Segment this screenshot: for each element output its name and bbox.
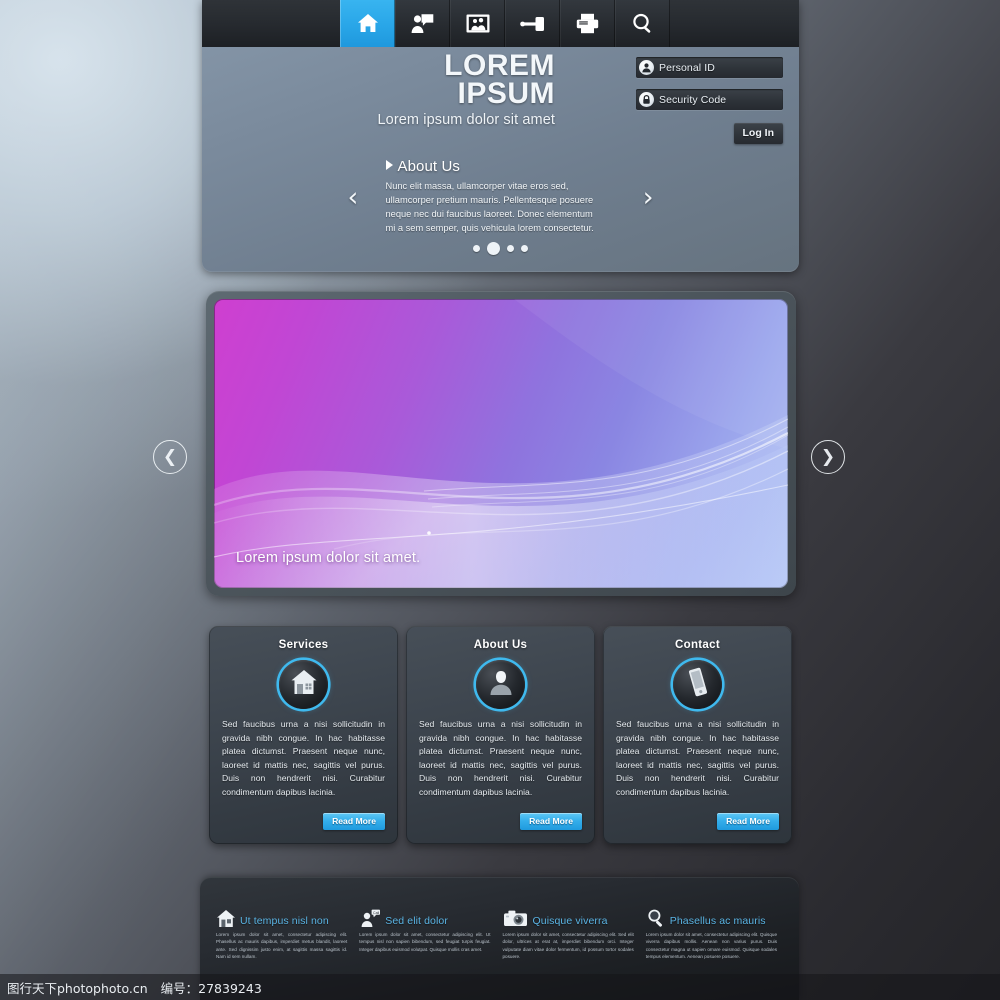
- slider-dot-active[interactable]: [487, 242, 500, 255]
- security-code-label: Security Code: [659, 93, 727, 106]
- banner-wave-artwork: [214, 299, 788, 588]
- card-services[interactable]: Services Sed faucibus urna a nisi sollic…: [209, 626, 398, 844]
- personal-id-label: Personal ID: [659, 61, 715, 74]
- brand-line-2: IPSUM: [457, 77, 555, 111]
- footer-body: Lorem ipsum dolor sit amet, consectetur …: [216, 932, 348, 960]
- nav-item-search[interactable]: [615, 0, 670, 47]
- about-us-heading: About Us: [385, 158, 632, 175]
- footer-title: Phasellus ac mauris: [669, 915, 766, 927]
- banner-prev-arrow[interactable]: ❮: [153, 440, 187, 474]
- login-form: Personal ID Security Code Log In: [636, 57, 783, 144]
- home-icon: [357, 13, 379, 34]
- slider-dots: [370, 242, 632, 255]
- nav-left-spacer: [202, 0, 340, 47]
- house-icon: [290, 669, 318, 700]
- security-code-field[interactable]: Security Code: [636, 89, 783, 110]
- about-next-arrow[interactable]: ›: [643, 184, 654, 211]
- read-more-button[interactable]: Read More: [520, 813, 582, 830]
- personal-id-field[interactable]: Personal ID: [636, 57, 783, 78]
- log-in-button[interactable]: Log In: [733, 123, 783, 144]
- footer-title: Sed elit dolor: [385, 915, 448, 927]
- nav-item-access[interactable]: [505, 0, 560, 47]
- slider-dot[interactable]: [473, 245, 480, 252]
- padlock-icon: [639, 92, 654, 107]
- card-icon-circle: [476, 660, 525, 709]
- card-body: Sed faucibus urna a nisi sollicitudin in…: [222, 719, 385, 797]
- footer-body: Lorem ipsum dolor sit amet, consectetur …: [359, 932, 491, 952]
- house-icon: [216, 909, 236, 928]
- key-icon: [520, 16, 545, 32]
- slider-dot[interactable]: [507, 245, 514, 252]
- card-about-us[interactable]: About Us Sed faucibus urna a nisi sollic…: [406, 626, 595, 844]
- mobile-phone-icon: [685, 667, 711, 702]
- camera-icon: [503, 909, 529, 928]
- svg-text:Call: Call: [373, 911, 379, 915]
- photo-frame-icon: [466, 14, 490, 33]
- nav-item-messages[interactable]: [395, 0, 450, 47]
- banner-next-arrow[interactable]: ❯: [811, 440, 845, 474]
- watermark-bar: 图行天下photophoto.cn 编号：27839243: [0, 974, 1000, 1000]
- card-icon-circle: [673, 660, 722, 709]
- user-avatar-icon: [639, 60, 654, 75]
- footer-title: Ut tempus nisl non: [240, 915, 329, 927]
- nav-item-gallery[interactable]: [450, 0, 505, 47]
- hero-banner-frame: Lorem ipsum dolor sit amet.: [206, 291, 796, 596]
- printer-icon: [576, 13, 599, 34]
- about-prev-arrow[interactable]: ‹: [348, 184, 359, 211]
- watermark-site: 图行天下photophoto.cn: [7, 980, 148, 996]
- nav-right-spacer: [670, 0, 799, 47]
- nav-item-print[interactable]: [560, 0, 615, 47]
- hero-banner[interactable]: Lorem ipsum dolor sit amet.: [214, 299, 788, 588]
- brand-line-1: LOREM: [444, 49, 555, 82]
- card-contact[interactable]: Contact Sed faucibus urna a nisi sollici…: [603, 626, 792, 844]
- slider-dot[interactable]: [521, 245, 528, 252]
- read-more-button[interactable]: Read More: [323, 813, 385, 830]
- footer-body: Lorem ipsum dolor sit amet, consectetur …: [645, 932, 777, 960]
- watermark-id: 编号：27839243: [160, 980, 262, 996]
- banner-caption: Lorem ipsum dolor sit amet.: [236, 550, 421, 566]
- card-body: Sed faucibus urna a nisi sollicitudin in…: [616, 719, 779, 797]
- feature-cards: Services Sed faucibus urna a nisi sollic…: [209, 626, 793, 844]
- brand-tagline: Lorem ipsum dolor sit amet: [377, 112, 555, 129]
- nav-item-home[interactable]: [340, 0, 395, 47]
- person-silhouette-icon: [487, 668, 515, 701]
- read-more-button[interactable]: Read More: [717, 813, 779, 830]
- header-panel: LOREM IPSUM Lorem ipsum dolor sit amet P…: [202, 0, 799, 272]
- card-title: Services: [278, 639, 329, 651]
- person-call-icon: Call: [359, 909, 381, 928]
- brand-block: LOREM IPSUM Lorem ipsum dolor sit amet: [255, 49, 555, 129]
- footer-title: Quisque viverra: [532, 915, 608, 927]
- card-title: Contact: [675, 639, 720, 651]
- about-us-body: Nunc elit massa, ullamcorper vitae eros …: [385, 181, 594, 233]
- card-icon-circle: [279, 660, 328, 709]
- triangle-bullet-icon: [385, 160, 393, 170]
- about-us-slider: ‹ › About Us Nunc elit massa, ullamcorpe…: [202, 158, 799, 255]
- card-title: About Us: [473, 639, 528, 651]
- user-speech-bubble-icon: [411, 13, 434, 34]
- card-body: Sed faucibus urna a nisi sollicitudin in…: [419, 719, 582, 797]
- footer-body: Lorem ipsum dolor sit amet, consectetur …: [502, 932, 634, 960]
- magnifier-icon: [646, 908, 666, 928]
- main-navigation: [202, 0, 799, 47]
- magnifier-icon: [632, 13, 654, 35]
